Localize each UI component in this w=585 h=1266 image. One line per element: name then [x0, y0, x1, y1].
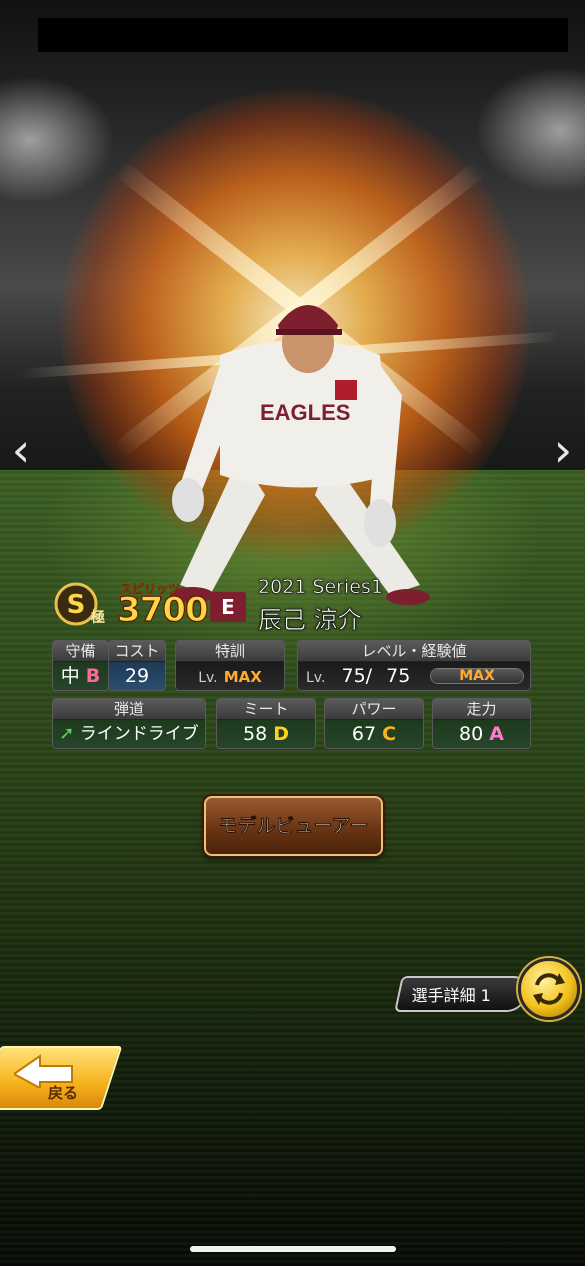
- training-value: MAX: [223, 668, 262, 686]
- player-detail-label: 選手詳細 1: [411, 986, 491, 1005]
- player-detail-button[interactable]: 選手詳細 1: [394, 976, 532, 1012]
- power-grade: C: [382, 723, 397, 745]
- card-series: 2021 Series1: [258, 576, 383, 599]
- power-box: パワー 67 C: [324, 698, 424, 749]
- cost-header: コスト: [109, 641, 165, 662]
- exp-bar: MAX: [430, 668, 524, 684]
- rank-badge-icon: S 極: [54, 582, 105, 626]
- exp-bar-label: MAX: [459, 668, 495, 684]
- svg-text:EAGLES: EAGLES: [260, 400, 350, 425]
- trajectory-value: ラインドライブ: [79, 724, 199, 744]
- level-header: レベル・経験値: [298, 641, 530, 662]
- svg-text:S: S: [67, 590, 86, 620]
- team-logo-icon: E: [210, 592, 246, 622]
- spirits-value: 3700: [116, 589, 209, 630]
- prev-arrow[interactable]: ‹: [6, 425, 36, 475]
- level-max: 75: [386, 665, 411, 687]
- training-box: 特訓 Lv. MAX: [175, 640, 285, 691]
- cost-box: コスト 29: [108, 640, 166, 691]
- contact-grade: D: [273, 723, 289, 745]
- trajectory-arrow-icon: ➚: [59, 723, 75, 744]
- power-value: 67: [351, 723, 377, 745]
- training-lv-label: Lv.: [198, 670, 218, 686]
- contact-header: ミート: [217, 699, 315, 720]
- svg-text:極: 極: [91, 609, 105, 626]
- home-indicator[interactable]: [190, 1246, 396, 1252]
- swap-icon[interactable]: [518, 958, 580, 1020]
- cost-value: 29: [109, 662, 165, 690]
- player-image: EAGLES: [170, 305, 430, 605]
- model-viewer-button[interactable]: モデルビューアー: [204, 796, 383, 856]
- level-lv-label: Lv.: [306, 670, 326, 686]
- level-current: 75/: [341, 665, 373, 687]
- status-bar: [38, 18, 568, 52]
- speed-grade: A: [489, 723, 504, 745]
- speed-value: 80: [459, 723, 484, 745]
- training-header: 特訓: [176, 641, 284, 662]
- position-header: 守備: [53, 641, 108, 662]
- position-value: 中: [60, 665, 80, 687]
- level-box: レベル・経験値 Lv. 75/ 75 MAX: [297, 640, 531, 691]
- next-arrow[interactable]: ›: [548, 425, 578, 475]
- power-header: パワー: [325, 699, 423, 720]
- player-name: 辰己 涼介: [258, 606, 362, 635]
- back-label: 戻る: [48, 1084, 79, 1102]
- speed-box: 走力 80 A: [432, 698, 531, 749]
- trajectory-box: 弾道 ➚ ラインドライブ: [52, 698, 206, 749]
- trajectory-header: 弾道: [53, 699, 205, 720]
- contact-value: 58: [242, 723, 268, 745]
- position-grade: B: [85, 665, 101, 687]
- speed-header: 走力: [433, 699, 530, 720]
- contact-box: ミート 58 D: [216, 698, 316, 749]
- position-box: 守備 中 B: [52, 640, 109, 691]
